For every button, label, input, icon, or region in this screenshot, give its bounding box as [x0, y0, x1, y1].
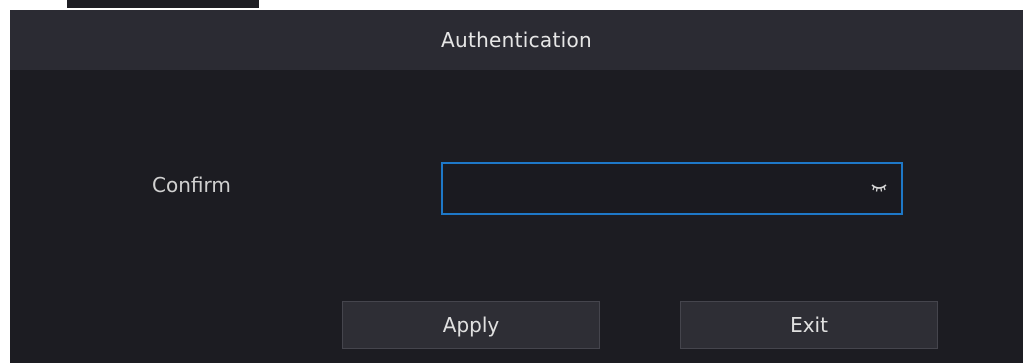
authentication-dialog: Authentication Confirm Apply Exit [10, 10, 1023, 363]
dialog-titlebar: Authentication [10, 10, 1023, 70]
confirm-password-field[interactable] [441, 162, 903, 215]
dialog-title: Authentication [440, 28, 593, 52]
confirm-label: Confirm [152, 173, 231, 197]
background-window-strip [67, 0, 259, 8]
apply-button[interactable]: Apply [342, 301, 600, 349]
eye-closed-icon[interactable] [871, 181, 887, 193]
exit-button[interactable]: Exit [680, 301, 938, 349]
